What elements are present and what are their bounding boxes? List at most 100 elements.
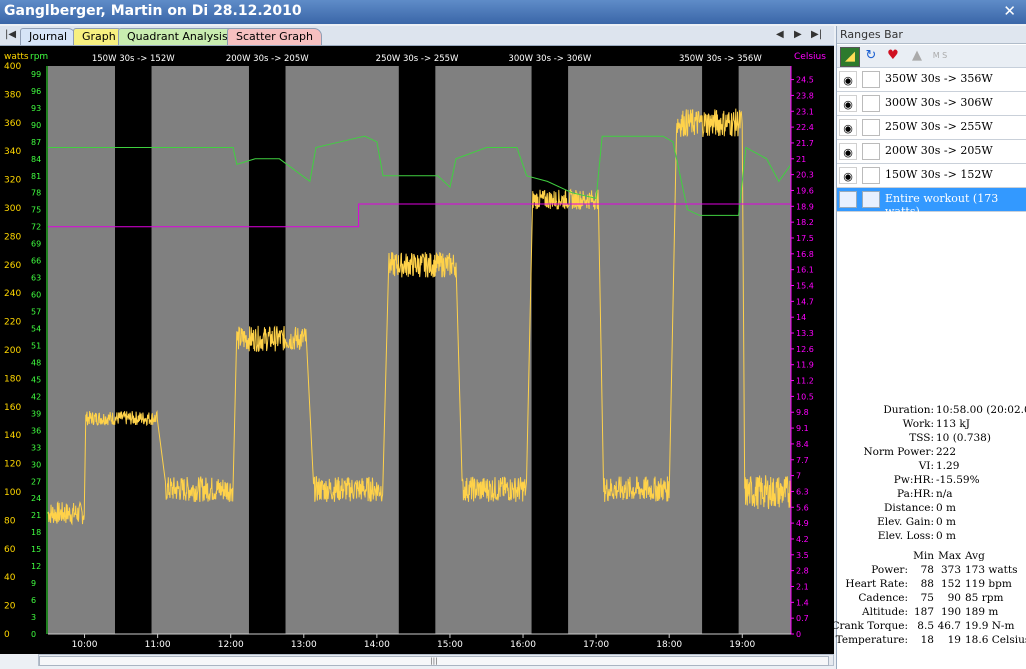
celsius-tick-label: 23.8	[796, 91, 814, 100]
rpm-tick-label: 54	[31, 325, 41, 334]
watts-tick-label: 240	[4, 289, 21, 299]
rpm-tick-label: 48	[31, 358, 41, 367]
workout-chart-svg[interactable]: 150W 30s -> 152W 200W 30s -> 205W 250W 30s…	[0, 46, 834, 654]
summary-value: -15.59%	[936, 474, 980, 486]
ms-label[interactable]: M S	[928, 47, 952, 65]
eye-icon[interactable]: ◉	[839, 95, 857, 112]
range-band-label: 300W 30s -> 306W	[508, 54, 591, 64]
chart-icon[interactable]: ◢	[840, 47, 860, 67]
celsius-tick-label: 6.3	[796, 487, 809, 496]
eye-icon[interactable]: ◉	[839, 167, 857, 184]
stats-max: 19	[947, 634, 961, 646]
celsius-tick-label: 16.8	[796, 250, 814, 259]
range-checkbox[interactable]	[862, 143, 880, 160]
workout-summary: Duration:10:58.00 (20:02.00)Work:113 kJT…	[837, 404, 1026, 544]
rpm-tick-label: 63	[31, 274, 41, 283]
summary-value: 1.29	[936, 460, 960, 472]
range-band	[398, 66, 436, 634]
heart-icon[interactable]: ♥	[884, 47, 902, 65]
summary-value: 10 (0.738)	[936, 432, 991, 444]
celsius-tick-label: 11.9	[796, 361, 814, 370]
stats-label: Crank Torque:	[831, 620, 908, 632]
rpm-tick-label: 36	[31, 426, 41, 435]
graph-horizontal-scrollbar[interactable]: |||	[38, 654, 834, 666]
tab-journal[interactable]: Journal	[20, 28, 77, 45]
scrollbar-thumb[interactable]: |||	[39, 656, 829, 666]
range-item[interactable]: ◉ 300W 30s -> 306W	[837, 92, 1026, 116]
close-icon[interactable]: ✕	[1003, 2, 1016, 20]
stats-min: 88	[920, 578, 934, 590]
shoe-icon[interactable]: ▲	[908, 47, 926, 65]
celsius-tick-label: 22.4	[796, 123, 814, 132]
watts-axis-label: watts	[4, 52, 29, 62]
celsius-tick-label: 12.6	[796, 345, 814, 354]
range-label: 350W 30s -> 356W	[885, 72, 993, 85]
range-checkbox[interactable]	[862, 191, 880, 208]
watts-tick-label: 360	[4, 119, 21, 129]
celsius-tick-label: 4.9	[796, 519, 809, 528]
summary-value: 10:58.00 (20:02.00)	[936, 404, 1026, 416]
rpm-tick-label: 9	[31, 579, 36, 588]
eye-icon[interactable]	[839, 191, 857, 208]
range-checkbox[interactable]	[862, 167, 880, 184]
range-item[interactable]: Entire workout (173 watts)	[837, 188, 1026, 218]
range-item[interactable]: ◉ 250W 30s -> 255W	[837, 116, 1026, 140]
range-item[interactable]: ◉ 350W 30s -> 356W	[837, 68, 1026, 92]
stats-max: 152	[940, 578, 961, 590]
rpm-tick-label: 6	[31, 596, 36, 605]
stats-row: Altitude: 187 190 189 m	[837, 606, 1026, 620]
watts-tick-label: 220	[4, 318, 21, 328]
tab-nav-next-icon[interactable]: ▶	[794, 29, 802, 40]
watts-tick-label: 120	[4, 460, 21, 470]
eye-icon[interactable]: ◉	[839, 119, 857, 136]
watts-tick-label: 320	[4, 176, 21, 186]
x-tick-label: 13:00	[291, 640, 317, 650]
celsius-tick-label: 21	[796, 155, 806, 164]
range-item[interactable]: ◉ 200W 30s -> 205W	[837, 140, 1026, 164]
tab-nav-first-icon[interactable]: |◀	[5, 29, 16, 40]
tab-graph[interactable]: Graph	[73, 28, 125, 45]
celsius-tick-label: 2.8	[796, 567, 809, 576]
x-tick-label: 19:00	[729, 640, 755, 650]
summary-label: Elev. Gain:	[877, 516, 934, 528]
tab-scatter-graph[interactable]: Scatter Graph	[227, 28, 322, 45]
stats-row: Cadence: 75 90 85 rpm	[837, 592, 1026, 606]
x-tick-label: 12:00	[218, 640, 244, 650]
rpm-tick-label: 66	[31, 257, 41, 266]
stats-avg: 85 rpm	[965, 592, 1004, 604]
summary-label: Pw:HR:	[893, 474, 934, 486]
tab-quadrant-analysis[interactable]: Quadrant Analysis	[118, 28, 237, 45]
range-band-label: 250W 30s -> 255W	[376, 54, 459, 64]
watts-tick-label: 80	[4, 516, 16, 526]
range-band	[531, 66, 569, 634]
x-tick-label: 10:00	[72, 640, 98, 650]
summary-label: Elev. Loss:	[877, 530, 934, 542]
summary-row: Work: 113 kJ	[837, 418, 1026, 432]
celsius-tick-label: 14.7	[796, 297, 814, 306]
stats-max: 46.7	[937, 620, 961, 632]
range-checkbox[interactable]	[862, 95, 880, 112]
x-tick-label: 18:00	[656, 640, 682, 650]
stats-row: Power: 78 373 173 watts	[837, 564, 1026, 578]
rpm-tick-label: 99	[31, 70, 41, 79]
tab-nav-prev-icon[interactable]: ◀	[776, 29, 784, 40]
stats-avg: 19.9 N-m	[965, 620, 1015, 632]
rpm-tick-label: 87	[31, 138, 41, 147]
summary-label: Norm Power:	[863, 446, 934, 458]
range-item[interactable]: ◉ 150W 30s -> 152W	[837, 164, 1026, 188]
watts-tick-label: 380	[4, 90, 21, 100]
eye-icon[interactable]: ◉	[839, 71, 857, 88]
rpm-tick-label: 78	[31, 189, 41, 198]
eye-icon[interactable]: ◉	[839, 143, 857, 160]
refresh-icon[interactable]: ↻	[862, 47, 880, 65]
range-checkbox[interactable]	[862, 119, 880, 136]
tab-nav-last-icon[interactable]: ▶|	[811, 29, 822, 40]
range-label: 250W 30s -> 255W	[885, 120, 993, 133]
celsius-tick-label: 19.6	[796, 186, 814, 195]
x-tick-label: 16:00	[510, 640, 536, 650]
watts-tick-label: 200	[4, 346, 21, 356]
range-band-label: 150W 30s -> 152W	[92, 54, 175, 64]
range-checkbox[interactable]	[862, 71, 880, 88]
workout-graph[interactable]: 150W 30s -> 152W 200W 30s -> 205W 250W 30s…	[0, 46, 834, 654]
celsius-tick-label: 5.6	[796, 503, 809, 512]
